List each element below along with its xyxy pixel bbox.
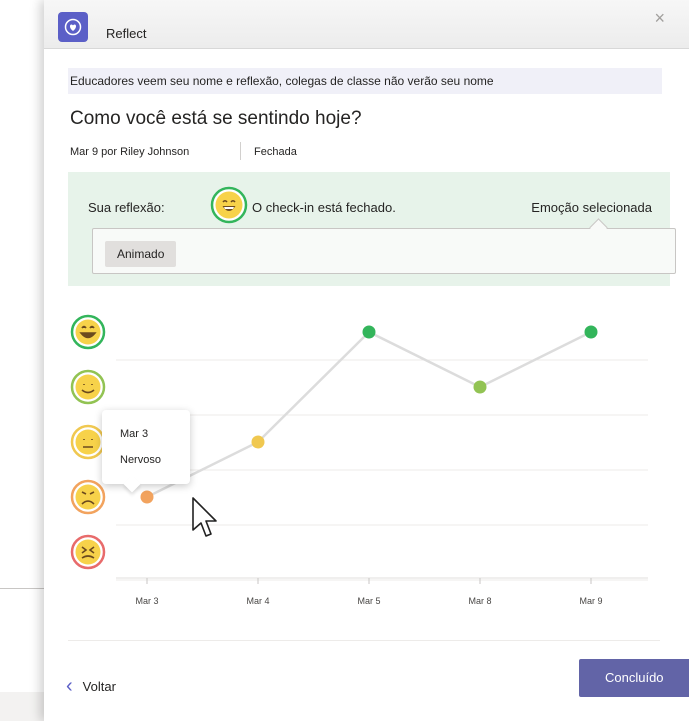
mouse-cursor-icon (190, 496, 220, 545)
background-side-panel (0, 12, 45, 692)
x-tick-label: Mar 3 (135, 596, 158, 606)
data-point (584, 325, 598, 339)
chevron-left-icon: ‹ (66, 675, 73, 697)
reflect-app-icon (58, 12, 88, 42)
back-button-label: Voltar (82, 678, 116, 694)
neutral-face-icon (70, 424, 106, 460)
footer-divider (68, 640, 660, 641)
back-button[interactable]: ‹ Voltar (66, 674, 116, 698)
reflect-dialog: Reflect × Educadores veem seu nome e ref… (44, 0, 689, 721)
selected-emotion-box: Animado (92, 228, 676, 274)
meta-divider (240, 142, 241, 160)
selected-emotion-label: Emoção selecionada (531, 200, 652, 215)
x-tick-label: Mar 8 (468, 596, 491, 606)
tooltip-date: Mar 3 (120, 428, 149, 440)
tooltip-emotion: Nervoso (120, 454, 161, 466)
data-point (473, 380, 487, 394)
check-in-question: Como você está se sentindo hoje? (70, 108, 362, 129)
x-tick-label: Mar 9 (579, 596, 602, 606)
check-in-byline: Mar 9 por Riley Johnson (70, 146, 190, 158)
data-point (362, 325, 376, 339)
grinning-face-icon (210, 186, 248, 229)
emotion-chip: Animado (105, 241, 177, 267)
x-tick-label: Mar 5 (357, 596, 380, 606)
grinning-face-icon (70, 314, 106, 350)
x-tick-label: Mar 4 (246, 596, 269, 606)
worried-face-icon (70, 479, 106, 515)
privacy-notice: Educadores veem seu nome e reflexão, col… (68, 68, 662, 94)
close-button[interactable]: × (654, 8, 665, 29)
data-point-tooltip: Mar 3 Nervoso (102, 410, 190, 484)
smiling-face-icon (70, 369, 106, 405)
done-button[interactable]: Concluído (579, 659, 689, 697)
data-point (140, 490, 154, 504)
check-in-closed-text: O check-in está fechado. (252, 200, 396, 215)
check-in-status: Fechada (254, 146, 297, 158)
app-title: Reflect (106, 26, 147, 41)
tired-face-icon (70, 534, 106, 570)
title-bar: Reflect × (44, 0, 689, 49)
reflection-panel: Sua reflexão: O check-in está fechado. E… (68, 172, 676, 286)
data-point (251, 435, 265, 449)
reflection-label: Sua reflexão: (88, 200, 165, 215)
